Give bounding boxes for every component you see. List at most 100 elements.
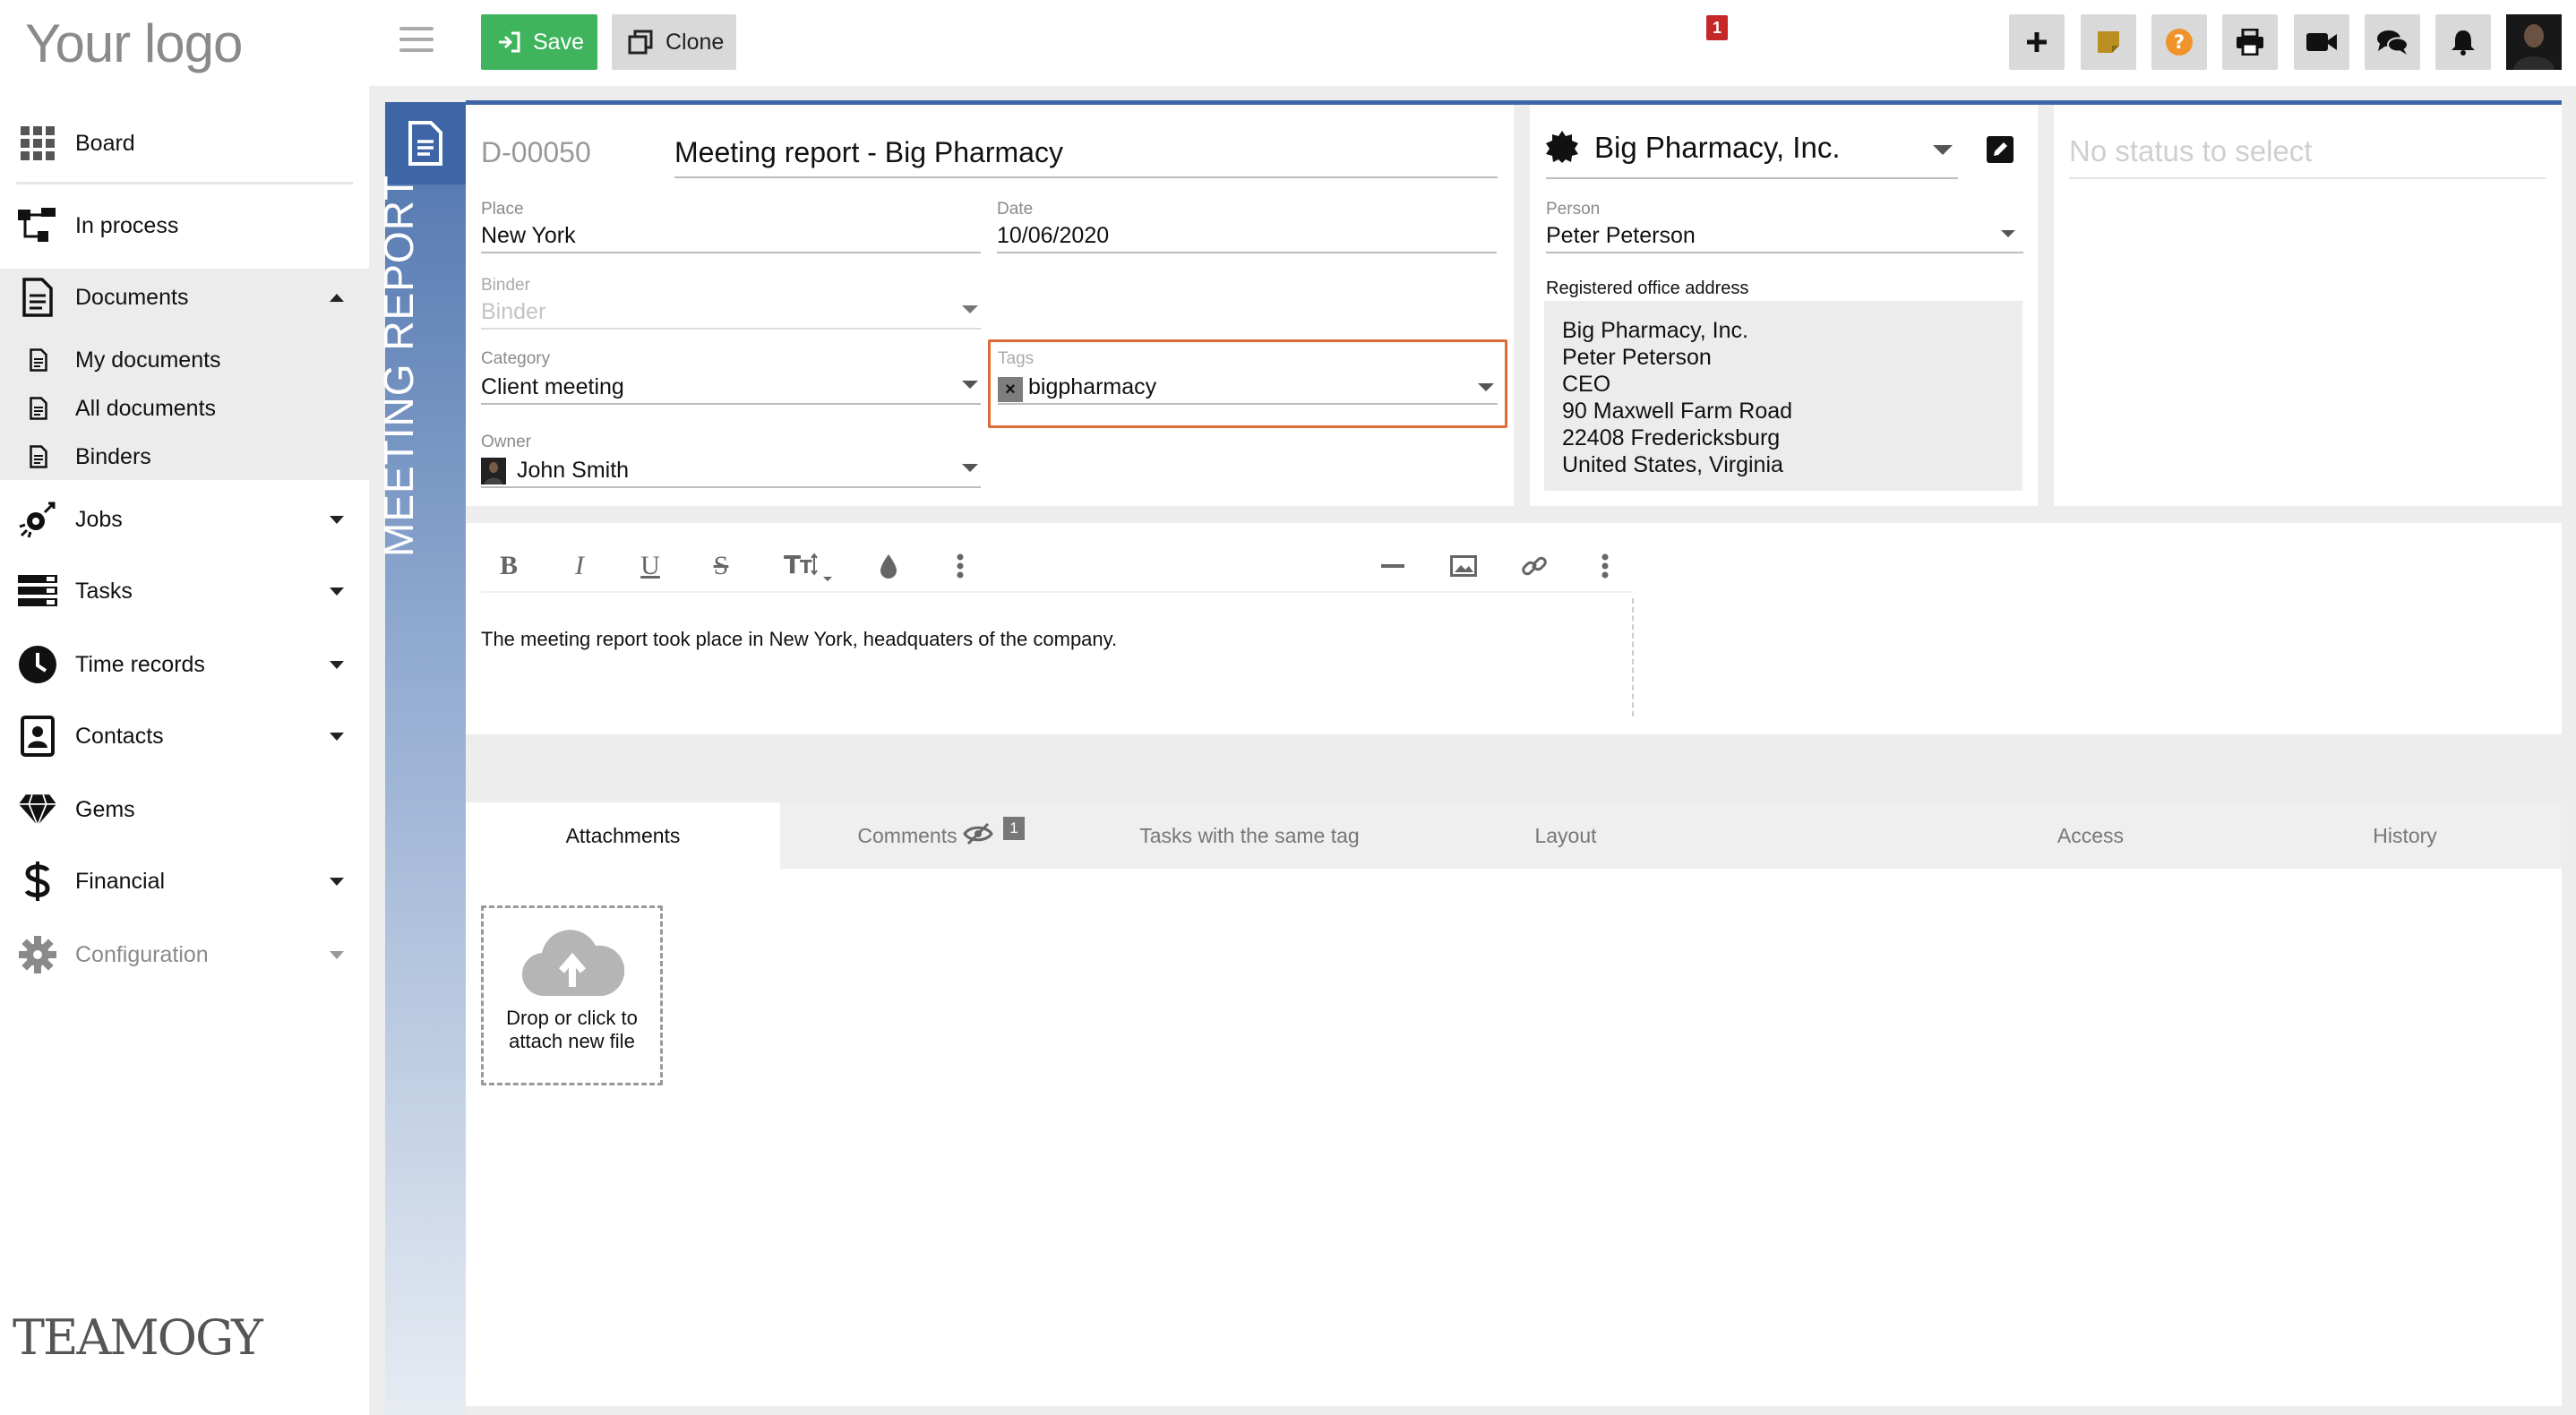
chevron-down-icon[interactable]	[330, 877, 344, 886]
image-icon[interactable]	[1446, 548, 1481, 584]
font-size-icon[interactable]: TT	[781, 548, 844, 584]
address-line: CEO	[1562, 372, 1611, 397]
logo[interactable]: Your logo	[25, 13, 243, 74]
address-box: Big Pharmacy, Inc. Peter Peterson CEO 90…	[1544, 301, 2022, 491]
horizontal-rule-icon[interactable]	[1375, 548, 1411, 584]
chevron-up-icon[interactable]	[330, 293, 344, 302]
underline-icon[interactable]: U	[632, 548, 668, 584]
link-icon[interactable]	[1516, 548, 1552, 584]
tag-chip-label[interactable]: bigpharmacy	[1028, 374, 1156, 400]
status-underline	[2069, 177, 2546, 179]
svg-text:T: T	[800, 556, 812, 578]
video-icon[interactable]	[2294, 14, 2349, 70]
place-label: Place	[481, 200, 524, 219]
address-line: Peter Peterson	[1562, 345, 1712, 370]
tab-attachments[interactable]: Attachments	[466, 802, 780, 869]
tab-layout[interactable]: Layout	[1460, 802, 1671, 869]
sidebar-divider	[16, 182, 353, 184]
sidebar-item-configuration[interactable]: Configuration	[0, 933, 369, 976]
attachment-dropzone[interactable]: Drop or click to attach new file	[481, 905, 663, 1085]
category-select[interactable]: Client meeting	[481, 374, 624, 400]
doc-small-icon	[25, 389, 52, 428]
print-icon[interactable]	[2222, 14, 2278, 70]
document-title-input[interactable]: Meeting report - Big Pharmacy	[674, 136, 1063, 169]
clone-button[interactable]: Clone	[612, 14, 736, 70]
sidebar-item-tasks[interactable]: Tasks	[0, 570, 369, 613]
bold-icon[interactable]: B	[491, 548, 527, 584]
sidebar-item-my-documents[interactable]: My documents	[0, 342, 369, 378]
chevron-down-icon[interactable]	[962, 381, 978, 389]
tab-label: Comments	[857, 823, 957, 847]
company-underline	[1546, 177, 1958, 179]
sidebar-item-binders[interactable]: Binders	[0, 439, 369, 475]
avatar[interactable]	[2506, 14, 2562, 70]
hamburger-menu-icon[interactable]	[399, 27, 434, 54]
address-line: Big Pharmacy, Inc.	[1562, 318, 1748, 343]
save-label: Save	[533, 29, 584, 55]
date-label: Date	[997, 200, 1034, 219]
tab-history[interactable]: History	[2307, 802, 2503, 869]
owner-select[interactable]: John Smith	[517, 458, 629, 484]
date-input[interactable]: 10/06/2020	[997, 223, 1109, 249]
address-line: United States, Virginia	[1562, 452, 1783, 477]
chevron-down-icon[interactable]	[330, 587, 344, 596]
binder-select[interactable]: Binder	[481, 299, 545, 325]
plus-icon[interactable]	[2009, 14, 2065, 70]
clone-label: Clone	[665, 29, 725, 55]
address-line: 22408 Fredericksburg	[1562, 425, 1781, 450]
chevron-down-icon[interactable]	[962, 305, 978, 313]
more-vertical-icon[interactable]	[942, 548, 978, 584]
chevron-down-icon[interactable]	[1478, 383, 1494, 391]
chevron-down-icon[interactable]	[962, 464, 978, 472]
clone-icon	[628, 30, 653, 55]
sidebar-item-documents[interactable]: Documents	[0, 276, 369, 319]
sidebar-item-all-documents[interactable]: All documents	[0, 390, 369, 426]
status-select[interactable]: No status to select	[2069, 134, 2312, 168]
gear-icon	[18, 935, 57, 974]
cloud-upload-icon	[520, 924, 624, 998]
bell-icon[interactable]	[2435, 14, 2491, 70]
category-underline	[481, 403, 981, 405]
tab-tasks-same-tag[interactable]: Tasks with the same tag	[1111, 802, 1388, 869]
sidebar-item-board[interactable]: Board	[0, 122, 369, 165]
tab-content	[466, 869, 2562, 1406]
editor-content[interactable]: The meeting report took place in New Yor…	[481, 628, 1117, 651]
sidebar-item-label: Jobs	[75, 506, 123, 532]
chevron-down-icon[interactable]	[330, 950, 344, 959]
italic-icon[interactable]: I	[562, 548, 597, 584]
sidebar-item-gems[interactable]: Gems	[0, 788, 369, 831]
sidebar-item-in-process[interactable]: In process	[0, 204, 369, 247]
dollar-icon	[18, 862, 57, 901]
chevron-down-icon[interactable]	[1933, 145, 1953, 155]
address-line: 90 Maxwell Farm Road	[1562, 399, 1793, 424]
chevron-down-icon[interactable]	[330, 515, 344, 524]
more-vertical-icon[interactable]	[1587, 548, 1623, 584]
sidebar-item-label: Tasks	[75, 578, 133, 604]
chevron-down-icon[interactable]	[2001, 230, 2015, 237]
save-button[interactable]: Save	[481, 14, 597, 70]
chat-icon[interactable]	[2365, 14, 2420, 70]
sidebar-item-contacts[interactable]: Contacts	[0, 715, 369, 758]
sidebar-item-jobs[interactable]: Jobs	[0, 498, 369, 541]
sidebar-item-financial[interactable]: Financial	[0, 860, 369, 903]
sidebar-item-label: Gems	[75, 796, 135, 822]
category-label: Category	[481, 349, 551, 368]
chevron-down-icon[interactable]	[330, 660, 344, 669]
chevron-down-icon[interactable]	[330, 732, 344, 741]
company-select[interactable]: Big Pharmacy, Inc.	[1594, 131, 1841, 165]
edit-icon[interactable]	[1987, 136, 2014, 163]
gem-icon	[18, 790, 57, 829]
sticky-note-icon[interactable]	[2081, 14, 2136, 70]
tag-remove-icon[interactable]: ×	[998, 377, 1023, 402]
tab-comments[interactable]: Comments	[833, 802, 982, 869]
help-icon[interactable]: ?	[2151, 14, 2207, 70]
toolbar-divider	[481, 591, 1632, 593]
place-input[interactable]: New York	[481, 223, 576, 249]
owner-underline	[481, 486, 981, 488]
tab-access[interactable]: Access	[1994, 802, 2187, 869]
sidebar-item-time-records[interactable]: Time records	[0, 643, 369, 686]
person-select[interactable]: Peter Peterson	[1546, 223, 1696, 249]
color-drop-icon[interactable]	[871, 548, 906, 584]
strikethrough-icon[interactable]: S	[703, 548, 739, 584]
sign-in-icon	[497, 31, 520, 53]
